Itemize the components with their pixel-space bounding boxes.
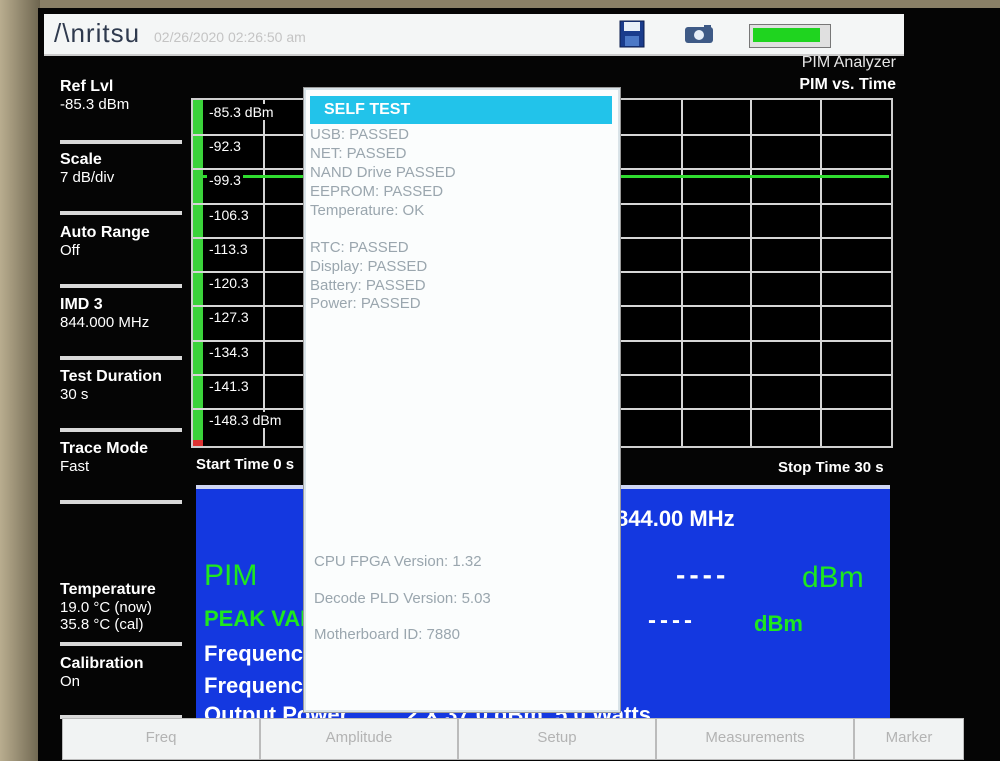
pim-value: ----: [676, 559, 730, 590]
marker-softkey[interactable]: Marker: [854, 718, 964, 760]
level-bar-marker: [193, 440, 203, 446]
divider: [60, 500, 182, 504]
monitor-bezel: [0, 0, 40, 761]
divider: [60, 284, 182, 288]
param-value: On: [60, 673, 81, 690]
y-tick-label: -120.3: [207, 275, 251, 291]
param-label: IMD 3: [60, 296, 103, 313]
test-result-line: RTC: PASSED: [310, 239, 409, 256]
y-tick-label: -113.3: [207, 241, 250, 257]
y-tick-label: -99.3: [207, 172, 243, 188]
decode-pld-version: Decode PLD Version: 5.03: [314, 590, 491, 607]
ref-level-param[interactable]: Ref Lvl -85.3 dBm: [60, 78, 190, 113]
temperature-param: Temperature 19.0 °C (now) 35.8 °C (cal): [60, 581, 190, 633]
grid-line: [750, 100, 752, 446]
param-value: -85.3 dBm: [60, 96, 130, 113]
grid-line: [820, 100, 822, 446]
imd-frequency: 844.00 MHz: [616, 506, 735, 531]
start-time-label: Start Time 0 s: [196, 456, 295, 473]
divider: [60, 140, 182, 144]
analyzer-screen: /\nritsu 02/26/2020 02:26:50 am PIM Anal…: [38, 8, 1000, 761]
scale-param[interactable]: Scale 7 dB/div: [60, 151, 190, 186]
y-tick-label: -106.3: [207, 207, 251, 223]
test-result-line: Temperature: OK: [310, 202, 425, 219]
frequency-label: Frequency: [204, 641, 316, 666]
measurements-softkey[interactable]: Measurements: [656, 718, 854, 760]
test-result-line: NET: PASSED: [310, 145, 407, 162]
param-label: Scale: [60, 151, 102, 168]
freq-softkey[interactable]: Freq: [62, 718, 260, 760]
param-value: 844.000 MHz: [60, 314, 150, 331]
stop-time-label: Stop Time 30 s: [778, 459, 884, 476]
save-icon[interactable]: [619, 20, 645, 48]
dialog-title-bar: SELF TEST: [310, 96, 612, 124]
peak-value: ----: [648, 607, 696, 634]
param-value-cal: 35.8 °C (cal): [60, 616, 144, 633]
frequency-label: Frequency: [204, 673, 316, 698]
test-result-line: EEPROM: PASSED: [310, 183, 444, 200]
test-duration-param[interactable]: Test Duration 30 s: [60, 368, 190, 403]
peak-value-label: PEAK VAL: [204, 606, 314, 631]
test-result-line: USB: PASSED: [310, 126, 409, 143]
y-tick-label: -134.3: [207, 344, 251, 360]
datetime-display: 02/26/2020 02:26:50 am: [154, 29, 306, 45]
param-label: Auto Range: [60, 224, 150, 241]
param-label: Trace Mode: [60, 440, 149, 457]
test-result-line: Power: PASSED: [310, 295, 421, 312]
peak-unit: dBm: [754, 611, 803, 636]
divider: [60, 356, 182, 360]
divider: [60, 428, 182, 432]
y-tick-label: -148.3 dBm: [207, 412, 284, 428]
test-result-line: Display: PASSED: [310, 258, 428, 275]
test-result-line: Battery: PASSED: [310, 277, 426, 294]
y-tick-label: -92.3: [207, 138, 243, 154]
pim-label: PIM: [204, 559, 258, 592]
setup-softkey[interactable]: Setup: [458, 718, 656, 760]
trace-mode-param[interactable]: Trace Mode Fast: [60, 440, 190, 475]
cpu-fpga-version: CPU FPGA Version: 1.32: [314, 553, 482, 570]
calibration-param: Calibration On: [60, 655, 190, 690]
dialog-title: SELF TEST: [324, 101, 411, 118]
mode-title: PIM Analyzer: [801, 54, 896, 71]
param-value: 19.0 °C (now): [60, 599, 152, 616]
y-tick-label: -85.3 dBm: [207, 104, 276, 120]
param-label: Calibration: [60, 655, 144, 672]
title-bar: /\nritsu 02/26/2020 02:26:50 am: [44, 14, 904, 56]
auto-range-param[interactable]: Auto Range Off: [60, 224, 190, 259]
grid-line: [681, 100, 683, 446]
divider: [60, 642, 182, 646]
battery-level: [753, 28, 820, 42]
camera-icon[interactable]: [684, 24, 714, 44]
y-tick-label: -141.3: [207, 378, 251, 394]
imd3-param[interactable]: IMD 3 844.000 MHz: [60, 296, 190, 331]
motherboard-id: Motherboard ID: 7880: [314, 626, 460, 643]
amplitude-softkey[interactable]: Amplitude: [260, 718, 458, 760]
param-label: Test Duration: [60, 368, 162, 385]
param-value: Off: [60, 242, 80, 259]
param-value: Fast: [60, 458, 90, 475]
param-label: Ref Lvl: [60, 78, 114, 95]
param-label: Temperature: [60, 581, 156, 598]
softkey-bar: Freq Amplitude Setup Measurements Marker: [24, 718, 964, 761]
measurement-subtitle: PIM vs. Time: [799, 76, 896, 93]
self-test-dialog[interactable]: SELF TEST USB: PASSED NET: PASSED NAND D…: [304, 88, 620, 712]
pim-unit: dBm: [802, 561, 864, 594]
test-result-line: NAND Drive PASSED: [310, 164, 456, 181]
battery-indicator: [749, 24, 831, 48]
anritsu-logo: /\nritsu: [54, 18, 141, 48]
divider: [60, 211, 182, 215]
level-bar: [193, 100, 203, 446]
param-value: 30 s: [60, 386, 89, 403]
y-tick-label: -127.3: [207, 309, 251, 325]
grid-line: [263, 100, 265, 446]
param-value: 7 dB/div: [60, 169, 115, 186]
